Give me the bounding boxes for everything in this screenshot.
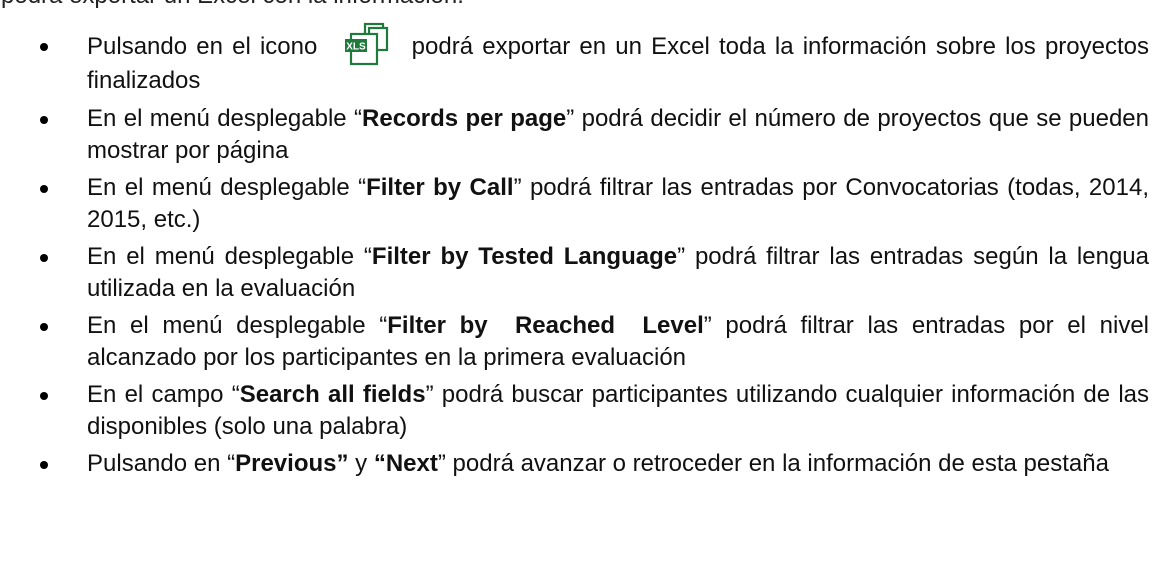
- bullet-item-records-per-page: En el menú desplegable “Records per page…: [0, 103, 1161, 167]
- bullet-bold-term: Filter by Call: [366, 174, 514, 201]
- bullet-text-pre: Pulsando en “: [87, 450, 236, 477]
- bullet-item-filter-by-level: En el menú desplegable “Filter by Reache…: [0, 310, 1161, 374]
- bullet-text-pre: En el menú desplegable “: [87, 105, 363, 132]
- bullet-bold-term: Search all fields: [239, 381, 426, 408]
- bullet-text-pre: En el campo “: [87, 381, 240, 408]
- bullet-dot: [40, 461, 48, 469]
- bullet-text-pre: Pulsando en el icono: [87, 33, 318, 60]
- bullet-text-mid: y: [348, 450, 374, 477]
- bullet-item-filter-by-language: En el menú desplegable “Filter by Tested…: [0, 241, 1161, 305]
- bullet-dot: [40, 185, 48, 193]
- bullet-item-filter-by-call: En el menú desplegable “Filter by Call” …: [0, 172, 1161, 236]
- bullet-bold-term: Filter by Tested Language: [371, 243, 678, 270]
- bullet-dot: [40, 392, 48, 400]
- bullet-item-previous-next: Pulsando en “Previous” y “Next” podrá av…: [0, 448, 1161, 480]
- bullet-item-search-all-fields: En el campo “Search all fields” podrá bu…: [0, 379, 1161, 443]
- clipped-text: podrá exportar un Excel con la informaci…: [1, 0, 464, 8]
- bullet-dot: [40, 254, 48, 262]
- bullet-dot: [40, 116, 48, 124]
- xls-icon-label: XLS: [346, 42, 366, 53]
- bullet-list: Pulsando en el icono XLS podrá exportar …: [0, 22, 1161, 485]
- bullet-dot: [40, 323, 48, 331]
- bullet-bold-term: Records per page: [362, 105, 567, 132]
- bullet-text-pre: En el menú desplegable “: [87, 312, 388, 339]
- bullet-bold-previous: Previous”: [235, 450, 349, 477]
- clipped-previous-line: podrá exportar un Excel con la informaci…: [0, 0, 1161, 10]
- bullet-bold-term: Filter by Reached Level: [387, 312, 704, 339]
- bullet-dot: [40, 43, 48, 51]
- bullet-text-pre: En el menú desplegable “: [87, 243, 372, 270]
- bullet-bold-next: “Next: [373, 450, 438, 477]
- bullet-text-post: ” podrá avanzar o retroceder en la infor…: [437, 450, 1109, 477]
- xls-export-icon: XLS: [334, 22, 395, 70]
- bullet-text-pre: En el menú desplegable “: [87, 174, 367, 201]
- bullet-item-export: Pulsando en el icono XLS podrá exportar …: [0, 22, 1161, 98]
